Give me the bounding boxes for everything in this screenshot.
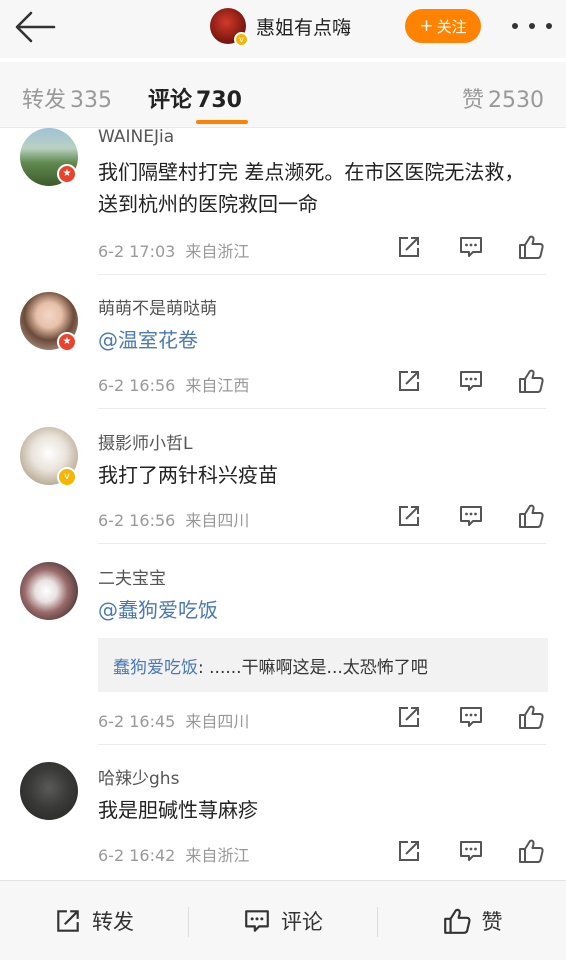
verified-badge-icon: ★ (57, 332, 77, 352)
comment-mention-link[interactable]: @温室花卷 (98, 324, 536, 356)
follow-label: 关注 (436, 17, 467, 36)
repost-icon[interactable] (396, 838, 422, 864)
repost-icon[interactable] (396, 368, 422, 394)
tab-like-label: 赞 (461, 88, 484, 113)
like-button[interactable]: 赞 (378, 881, 566, 960)
dot-icon (546, 23, 552, 29)
like-icon[interactable] (517, 368, 545, 394)
verified-badge-icon: ★ (57, 164, 77, 184)
avatar[interactable] (20, 762, 78, 820)
quoted-reply[interactable]: 蠢狗爱吃饭: ......干嘛啊这是...太恐怖了吧 (98, 638, 548, 692)
comment-source: 来自江西 (185, 376, 250, 395)
like-icon[interactable] (517, 704, 545, 730)
comment-meta: 6-2 16:42 来自浙江 (98, 842, 249, 866)
comment-meta: 6-2 16:45 来自四川 (98, 708, 249, 732)
comment-source: 来自浙江 (185, 846, 250, 865)
comment-meta: 6-2 16:56 来自四川 (98, 507, 249, 531)
divider (98, 543, 546, 544)
follow-button[interactable]: + 关注 (405, 9, 481, 43)
like-icon[interactable] (517, 503, 545, 529)
comment-icon[interactable] (458, 704, 484, 730)
tab-repost[interactable]: 转发 335 (22, 82, 112, 114)
comment-icon[interactable] (458, 368, 484, 394)
divider (98, 408, 546, 409)
tab-repost-count: 335 (70, 88, 113, 113)
tab-comment-label: 评论 (148, 88, 193, 113)
author-name[interactable]: 惠姐有点嗨 (256, 13, 351, 40)
dot-icon (512, 23, 518, 29)
comment-time: 6-2 16:56 (98, 511, 176, 530)
bottom-action-bar: 转发 评论 赞 (0, 880, 566, 960)
more-menu-button[interactable] (512, 14, 552, 38)
repost-icon[interactable] (396, 503, 422, 529)
comment-username[interactable]: 二夫宝宝 (98, 564, 166, 589)
comment-meta: 6-2 16:56 来自江西 (98, 372, 249, 396)
repost-icon (57, 910, 79, 932)
repost-icon[interactable] (396, 704, 422, 730)
comment-icon[interactable] (458, 503, 484, 529)
comment-username[interactable]: 摄影师小哲L (98, 429, 192, 454)
comment-text[interactable]: 我是胆碱性荨麻疹 (98, 794, 536, 826)
top-bar: v 惠姐有点嗨 + 关注 (0, 0, 566, 58)
comment-source: 来自四川 (185, 511, 250, 530)
comment-actions (396, 503, 546, 531)
tab-comment-count: 730 (196, 88, 242, 113)
comment-text[interactable]: 我打了两针科兴疫苗 (98, 459, 536, 491)
comment-actions (396, 838, 546, 866)
comment-button-label: 评论 (281, 910, 323, 934)
weibo-comment-page: v 惠姐有点嗨 + 关注 转发 335 评论 730 赞 2530 ★ WAIN… (0, 0, 566, 960)
comment-text[interactable]: 我们隔壁村打完 差点濒死。在市区医院无法救，送到杭州的医院救回一命 (98, 156, 536, 220)
comment-actions (396, 368, 546, 396)
comment-list[interactable]: ★ WAINEJia 我们隔壁村打完 差点濒死。在市区医院无法救，送到杭州的医院… (0, 128, 566, 880)
like-button-label: 赞 (481, 910, 503, 934)
active-tab-indicator (196, 120, 248, 124)
like-icon (443, 908, 471, 934)
back-button[interactable] (14, 10, 56, 44)
divider (98, 274, 546, 275)
comment-time: 6-2 16:45 (98, 712, 176, 731)
divider (98, 744, 546, 745)
repost-icon[interactable] (396, 234, 422, 260)
tab-bar: 转发 335 评论 730 赞 2530 (0, 62, 566, 128)
repost-button-label: 转发 (92, 910, 134, 934)
quoted-reply-author[interactable]: 蠢狗爱吃饭 (113, 658, 198, 678)
tab-repost-label: 转发 (22, 88, 67, 113)
like-icon[interactable] (517, 838, 545, 864)
repost-button[interactable]: 转发 (0, 881, 188, 960)
comment-time: 6-2 16:56 (98, 376, 176, 395)
comment-icon (245, 910, 269, 932)
comment-meta: 6-2 17:03 来自浙江 (98, 238, 249, 262)
comment-icon[interactable] (458, 838, 484, 864)
comment-mention-link[interactable]: @蠢狗爱吃饭 (98, 594, 536, 626)
author-info[interactable]: v 惠姐有点嗨 (210, 8, 351, 47)
comment-icon[interactable] (458, 234, 484, 260)
tab-comment[interactable]: 评论 730 (148, 82, 242, 114)
comment-time: 6-2 16:42 (98, 846, 176, 865)
tab-like[interactable]: 赞 2530 (462, 82, 544, 114)
tab-like-count: 2530 (488, 88, 544, 113)
comment-actions (396, 704, 546, 732)
arrow-left-icon (15, 11, 56, 43)
author-avatar[interactable]: v (210, 8, 249, 47)
verified-badge-icon: v (57, 467, 77, 487)
verified-badge-icon: v (234, 32, 249, 47)
avatar[interactable] (20, 562, 78, 620)
comment-username[interactable]: 哈辣少ghs (98, 764, 179, 789)
dot-icon (529, 23, 535, 29)
comment-time: 6-2 17:03 (98, 242, 176, 261)
comment-source: 来自浙江 (185, 242, 250, 261)
plus-icon: + (419, 16, 434, 36)
comment-username[interactable]: WAINEJia (98, 128, 174, 147)
quoted-reply-text: : ......干嘛啊这是...太恐怖了吧 (198, 658, 428, 678)
like-icon[interactable] (517, 234, 545, 260)
comment-username[interactable]: 萌萌不是萌哒萌 (98, 294, 217, 319)
comment-source: 来自四川 (185, 712, 250, 731)
comment-actions (396, 234, 546, 262)
comment-button[interactable]: 评论 (189, 881, 377, 960)
